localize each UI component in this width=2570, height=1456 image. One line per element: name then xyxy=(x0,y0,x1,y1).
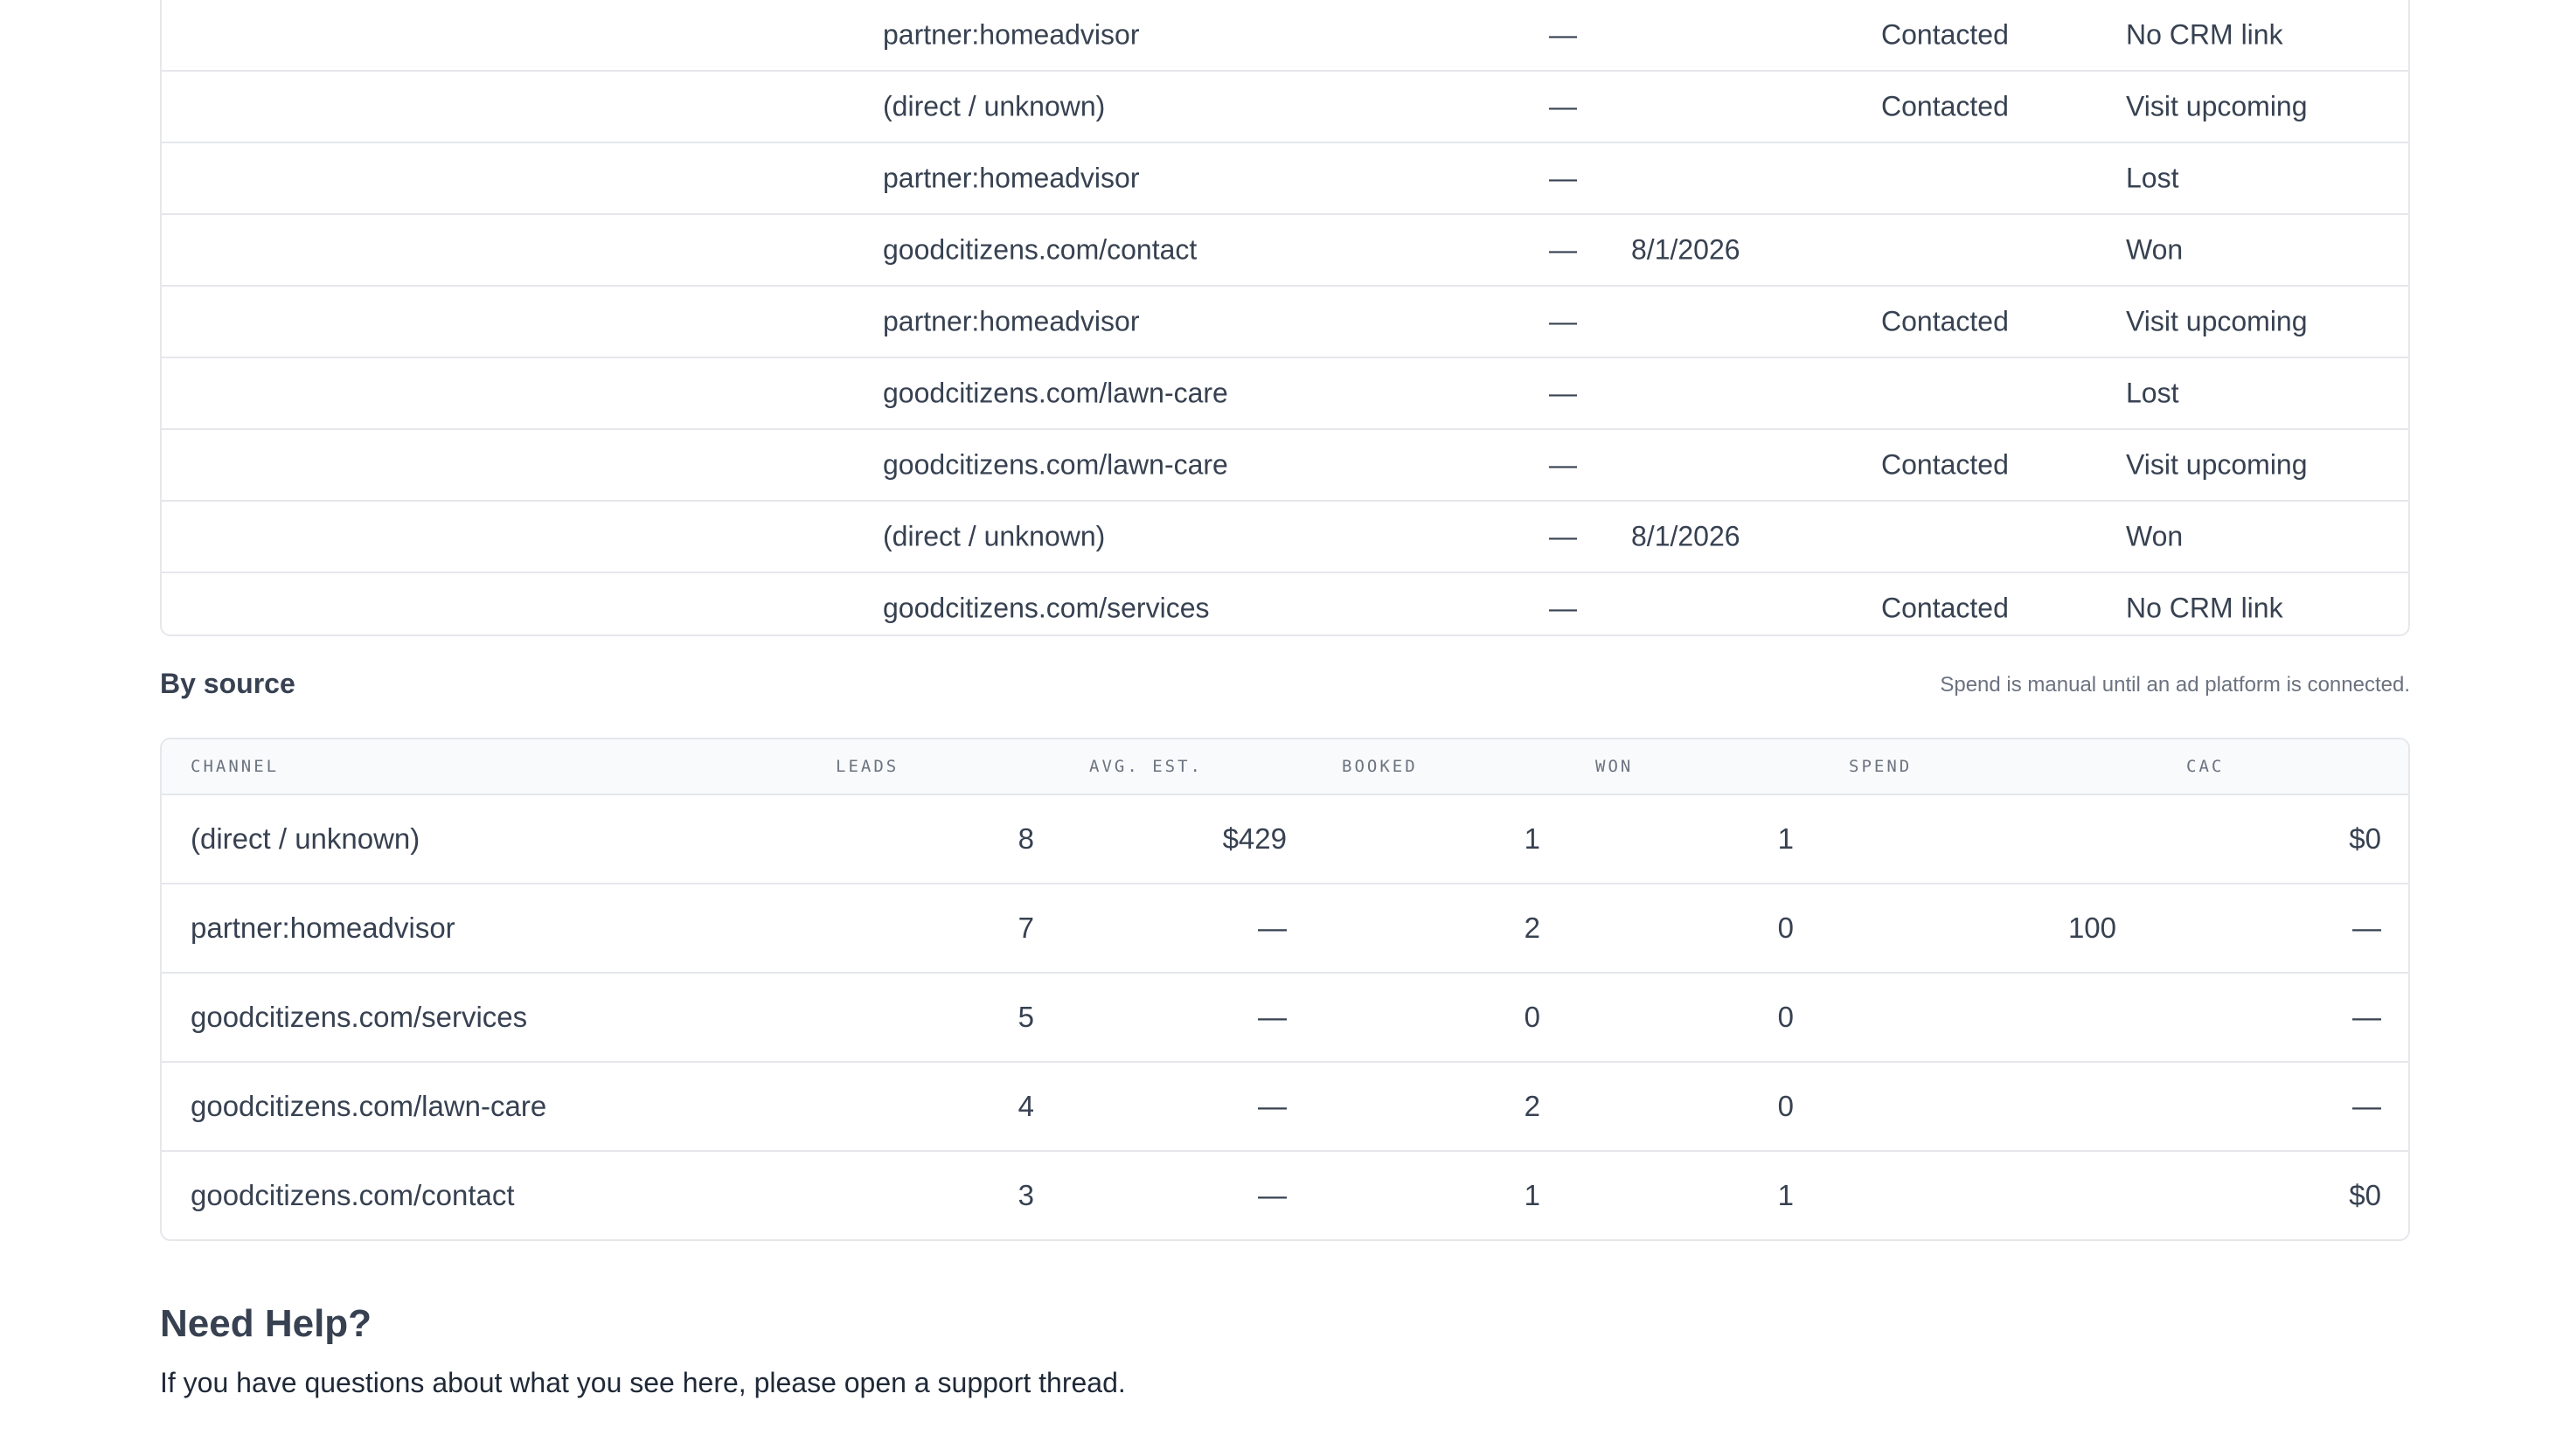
leads-cell: 4 xyxy=(1018,1090,1034,1122)
table-row[interactable]: (direct / unknown) — 8/1/2026 Won xyxy=(162,502,2408,573)
lead-value: — xyxy=(1549,18,1577,51)
channel-cell: (direct / unknown) xyxy=(191,822,420,855)
booked-cell: 1 xyxy=(1524,822,1540,855)
table-row[interactable]: partner:homeadvisor 7 — 2 0 100 — xyxy=(162,884,2408,974)
lead-value: — xyxy=(1549,448,1577,481)
avg-est-cell: — xyxy=(1258,912,1287,944)
column-header-won[interactable]: WON xyxy=(1595,757,1633,776)
lead-crm-status: Contacted xyxy=(1881,592,2009,624)
table-row[interactable]: (direct / unknown) 8 $429 1 1 $0 xyxy=(162,795,2408,884)
table-row[interactable]: goodcitizens.com/services 5 — 0 0 — xyxy=(162,974,2408,1063)
lead-date: 8/1/2026 xyxy=(1631,520,1740,552)
lead-value: — xyxy=(1549,377,1577,409)
lead-source: goodcitizens.com/contact xyxy=(883,233,1198,266)
leads-cell: 8 xyxy=(1018,822,1034,855)
lead-status: Won xyxy=(2126,233,2184,266)
by-source-table: CHANNEL LEADS AVG. EST. BOOKED WON SPEND… xyxy=(160,738,2410,1241)
leads-table: partner:homeadvisor — Contacted No CRM l… xyxy=(160,0,2410,636)
avg-est-cell: — xyxy=(1258,1090,1287,1122)
cac-cell: $0 xyxy=(2349,822,2381,855)
table-row[interactable]: partner:homeadvisor — Lost xyxy=(162,143,2408,215)
column-header-leads[interactable]: LEADS xyxy=(836,757,899,776)
table-row[interactable]: (direct / unknown) — Contacted Visit upc… xyxy=(162,72,2408,143)
lead-source: partner:homeadvisor xyxy=(883,162,1140,194)
lead-crm-status: Contacted xyxy=(1881,448,2009,481)
column-header-channel[interactable]: CHANNEL xyxy=(191,757,279,776)
lead-crm-status: Contacted xyxy=(1881,90,2009,122)
lead-source: goodcitizens.com/services xyxy=(883,592,1210,624)
channel-cell: goodcitizens.com/lawn-care xyxy=(191,1090,547,1122)
table-row[interactable]: partner:homeadvisor — Contacted Visit up… xyxy=(162,287,2408,358)
lead-status: No CRM link xyxy=(2126,592,2283,624)
channel-cell: partner:homeadvisor xyxy=(191,912,455,944)
avg-est-cell: — xyxy=(1258,1001,1287,1033)
lead-value: — xyxy=(1549,520,1577,552)
won-cell: 1 xyxy=(1777,822,1794,855)
table-row[interactable]: goodcitizens.com/contact — 8/1/2026 Won xyxy=(162,215,2408,287)
table-row[interactable]: goodcitizens.com/lawn-care — Lost xyxy=(162,358,2408,430)
channel-cell: goodcitizens.com/services xyxy=(191,1001,528,1033)
lead-source: goodcitizens.com/lawn-care xyxy=(883,377,1228,409)
help-section: Need Help? If you have questions about w… xyxy=(160,1302,1126,1399)
table-row[interactable]: partner:homeadvisor — Contacted No CRM l… xyxy=(162,0,2408,72)
lead-source: partner:homeadvisor xyxy=(883,305,1140,337)
lead-status: Lost xyxy=(2126,162,2179,194)
avg-est-cell: $429 xyxy=(1222,822,1287,855)
cac-cell: — xyxy=(2352,912,2381,944)
section-title: By source xyxy=(160,668,295,699)
lead-crm-status: Contacted xyxy=(1881,18,2009,51)
table-header: CHANNEL LEADS AVG. EST. BOOKED WON SPEND… xyxy=(162,739,2408,795)
lead-status: Visit upcoming xyxy=(2126,90,2308,122)
lead-value: — xyxy=(1549,592,1577,624)
lead-source: (direct / unknown) xyxy=(883,520,1106,552)
booked-cell: 2 xyxy=(1524,912,1540,944)
cac-cell: — xyxy=(2352,1090,2381,1122)
lead-status: Visit upcoming xyxy=(2126,448,2308,481)
leads-cell: 7 xyxy=(1018,912,1034,944)
won-cell: 0 xyxy=(1777,1090,1794,1122)
won-cell: 1 xyxy=(1777,1179,1794,1211)
leads-cell: 3 xyxy=(1018,1179,1034,1211)
column-header-booked[interactable]: BOOKED xyxy=(1342,757,1418,776)
column-header-cac[interactable]: CAC xyxy=(2186,757,2224,776)
lead-date: 8/1/2026 xyxy=(1631,233,1740,266)
lead-crm-status: Contacted xyxy=(1881,305,2009,337)
table-row[interactable]: goodcitizens.com/lawn-care — Contacted V… xyxy=(162,430,2408,502)
lead-status: Visit upcoming xyxy=(2126,305,2308,337)
table-row[interactable]: goodcitizens.com/contact 3 — 1 1 $0 xyxy=(162,1152,2408,1239)
lead-value: — xyxy=(1549,305,1577,337)
booked-cell: 0 xyxy=(1524,1001,1540,1033)
help-text: If you have questions about what you see… xyxy=(160,1367,1126,1398)
lead-value: — xyxy=(1549,90,1577,122)
help-title: Need Help? xyxy=(160,1302,372,1345)
channel-cell: goodcitizens.com/contact xyxy=(191,1179,515,1211)
cac-cell: $0 xyxy=(2349,1179,2381,1211)
column-header-spend[interactable]: SPEND xyxy=(1849,757,1912,776)
spend-cell[interactable]: 100 xyxy=(2068,912,2116,945)
avg-est-cell: — xyxy=(1258,1179,1287,1211)
won-cell: 0 xyxy=(1777,1001,1794,1033)
table-row[interactable]: goodcitizens.com/services — Contacted No… xyxy=(162,573,2408,643)
booked-cell: 2 xyxy=(1524,1090,1540,1122)
lead-source: (direct / unknown) xyxy=(883,90,1106,122)
spend-note: Spend is manual until an ad platform is … xyxy=(1940,673,2410,697)
lead-value: — xyxy=(1549,162,1577,194)
lead-status: No CRM link xyxy=(2126,18,2283,51)
leads-cell: 5 xyxy=(1018,1001,1034,1033)
lead-source: partner:homeadvisor xyxy=(883,18,1140,51)
column-header-avg-est[interactable]: AVG. EST. xyxy=(1089,757,1203,776)
lead-value: — xyxy=(1549,233,1577,266)
lead-status: Lost xyxy=(2126,377,2179,409)
by-source-header: By source Spend is manual until an ad pl… xyxy=(160,636,2410,738)
lead-status: Won xyxy=(2126,520,2184,552)
booked-cell: 1 xyxy=(1524,1179,1540,1211)
table-row[interactable]: goodcitizens.com/lawn-care 4 — 2 0 — xyxy=(162,1063,2408,1152)
lead-source: goodcitizens.com/lawn-care xyxy=(883,448,1228,481)
won-cell: 0 xyxy=(1777,912,1794,944)
cac-cell: — xyxy=(2352,1001,2381,1033)
